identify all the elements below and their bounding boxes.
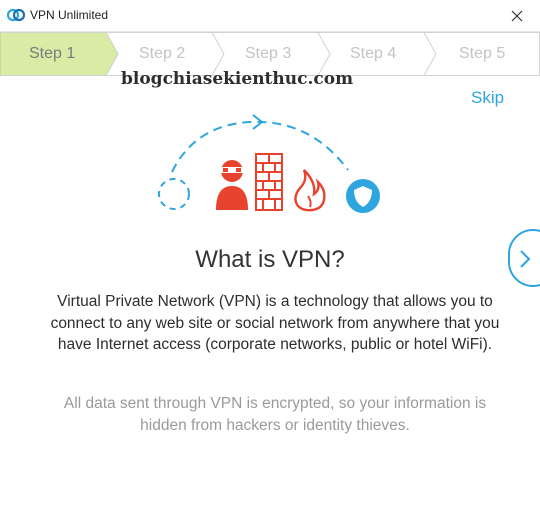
dashed-circle-icon <box>158 178 190 210</box>
description-text: Virtual Private Network (VPN) is a techn… <box>50 293 500 353</box>
fire-icon <box>294 169 326 212</box>
skip-link[interactable]: Skip <box>471 88 504 108</box>
brick-firewall-icon <box>255 153 283 211</box>
step-2-tab[interactable]: Step 2 <box>139 45 185 63</box>
watermark-text: blogchiasekienthuc.com <box>121 69 354 89</box>
next-step-button[interactable] <box>508 229 540 287</box>
vpn-illustration <box>158 114 380 213</box>
title-bar: VPN Unlimited <box>0 0 540 32</box>
step-4-tab[interactable]: Step 4 <box>350 45 396 63</box>
shield-icon <box>346 179 380 213</box>
hacker-icon <box>216 160 248 210</box>
window-title: VPN Unlimited <box>30 8 109 22</box>
step-1-tab[interactable]: Step 1 <box>29 45 75 63</box>
encryption-note: All data sent through VPN is encrypted, … <box>63 395 487 434</box>
chevron-right-icon <box>520 250 531 268</box>
page-title: What is VPN? <box>195 246 345 273</box>
close-x-icon <box>511 10 523 21</box>
step-3-tab[interactable]: Step 3 <box>245 45 291 63</box>
close-button[interactable] <box>494 0 540 31</box>
step-5-tab[interactable]: Step 5 <box>459 45 505 63</box>
vpn-unlimited-logo-icon <box>7 8 25 22</box>
